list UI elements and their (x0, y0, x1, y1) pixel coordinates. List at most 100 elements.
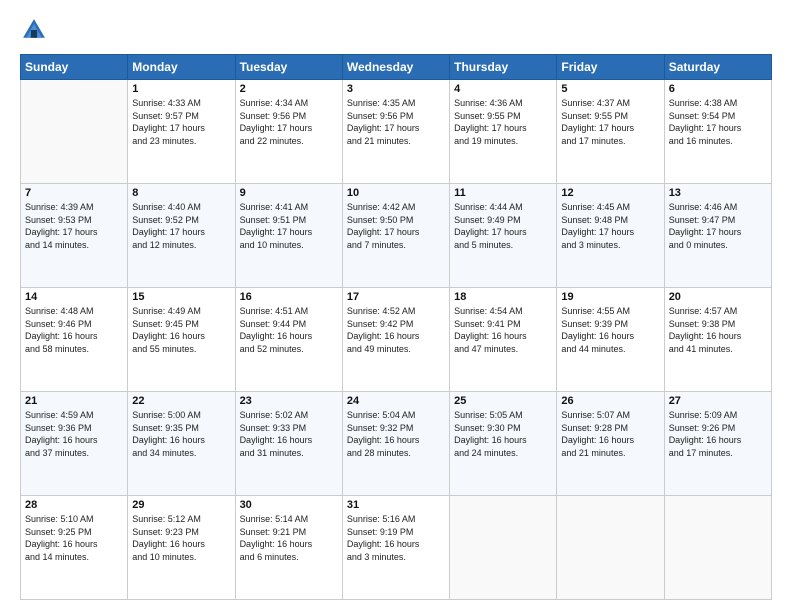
day-cell (664, 496, 771, 600)
day-cell: 8 Sunrise: 4:40 AM Sunset: 9:52 PM Daylig… (128, 184, 235, 288)
day-number: 1 (132, 83, 230, 95)
day-cell: 4 Sunrise: 4:36 AM Sunset: 9:55 PM Daylig… (450, 80, 557, 184)
day-info: Sunrise: 5:10 AM Sunset: 9:25 PM Dayligh… (25, 513, 123, 563)
header-row: SundayMondayTuesdayWednesdayThursdayFrid… (21, 55, 772, 80)
day-cell: 28Sunrise: 5:10 AM Sunset: 9:25 PM Dayli… (21, 496, 128, 600)
day-number: 30 (240, 499, 338, 511)
calendar: SundayMondayTuesdayWednesdayThursdayFrid… (20, 54, 772, 600)
day-info: Sunrise: 4:51 AM Sunset: 9:44 PM Dayligh… (240, 305, 338, 355)
day-info: Sunrise: 4:54 AM Sunset: 9:41 PM Dayligh… (454, 305, 552, 355)
day-info: Sunrise: 4:33 AM Sunset: 9:57 PM Dayligh… (132, 97, 230, 147)
day-info: Sunrise: 4:45 AM Sunset: 9:48 PM Dayligh… (561, 201, 659, 251)
day-cell: 16 Sunrise: 4:51 AM Sunset: 9:44 PM Dayli… (235, 288, 342, 392)
day-cell: 26 Sunrise: 5:07 AM Sunset: 9:28 PM Dayli… (557, 392, 664, 496)
day-cell: 22 Sunrise: 5:00 AM Sunset: 9:35 PM Dayli… (128, 392, 235, 496)
day-cell: 5 Sunrise: 4:37 AM Sunset: 9:55 PM Daylig… (557, 80, 664, 184)
day-number: 5 (561, 83, 659, 95)
day-info: Sunrise: 5:12 AM Sunset: 9:23 PM Dayligh… (132, 513, 230, 563)
day-number: 11 (454, 187, 552, 199)
header-day-thursday: Thursday (450, 55, 557, 80)
day-info: Sunrise: 4:37 AM Sunset: 9:55 PM Dayligh… (561, 97, 659, 147)
day-cell: 9Sunrise: 4:41 AM Sunset: 9:51 PM Daylig… (235, 184, 342, 288)
day-number: 6 (669, 83, 767, 95)
day-info: Sunrise: 4:36 AM Sunset: 9:55 PM Dayligh… (454, 97, 552, 147)
day-number: 8 (132, 187, 230, 199)
week-row-2: 14 Sunrise: 4:48 AM Sunset: 9:46 PM Dayli… (21, 288, 772, 392)
header-day-monday: Monday (128, 55, 235, 80)
day-info: Sunrise: 4:35 AM Sunset: 9:56 PM Dayligh… (347, 97, 445, 147)
day-number: 26 (561, 395, 659, 407)
day-info: Sunrise: 4:40 AM Sunset: 9:52 PM Dayligh… (132, 201, 230, 251)
day-number: 18 (454, 291, 552, 303)
day-number: 29 (132, 499, 230, 511)
day-cell: 14 Sunrise: 4:48 AM Sunset: 9:46 PM Dayli… (21, 288, 128, 392)
day-info: Sunrise: 5:07 AM Sunset: 9:28 PM Dayligh… (561, 409, 659, 459)
day-cell: 18 Sunrise: 4:54 AM Sunset: 9:41 PM Dayli… (450, 288, 557, 392)
day-cell: 24Sunrise: 5:04 AM Sunset: 9:32 PM Dayli… (342, 392, 449, 496)
day-cell: 10 Sunrise: 4:42 AM Sunset: 9:50 PM Dayli… (342, 184, 449, 288)
header (20, 16, 772, 44)
day-cell: 3 Sunrise: 4:35 AM Sunset: 9:56 PM Daylig… (342, 80, 449, 184)
week-row-0: 1 Sunrise: 4:33 AM Sunset: 9:57 PM Daylig… (21, 80, 772, 184)
day-info: Sunrise: 5:02 AM Sunset: 9:33 PM Dayligh… (240, 409, 338, 459)
day-number: 7 (25, 187, 123, 199)
logo (20, 16, 52, 44)
day-number: 12 (561, 187, 659, 199)
day-cell: 17 Sunrise: 4:52 AM Sunset: 9:42 PM Dayli… (342, 288, 449, 392)
page: SundayMondayTuesdayWednesdayThursdayFrid… (0, 0, 792, 612)
day-info: Sunrise: 4:42 AM Sunset: 9:50 PM Dayligh… (347, 201, 445, 251)
day-number: 22 (132, 395, 230, 407)
day-cell: 21 Sunrise: 4:59 AM Sunset: 9:36 PM Dayli… (21, 392, 128, 496)
day-info: Sunrise: 5:04 AM Sunset: 9:32 PM Dayligh… (347, 409, 445, 459)
day-cell: 12 Sunrise: 4:45 AM Sunset: 9:48 PM Dayli… (557, 184, 664, 288)
day-cell: 15 Sunrise: 4:49 AM Sunset: 9:45 PM Dayli… (128, 288, 235, 392)
day-number: 2 (240, 83, 338, 95)
day-number: 25 (454, 395, 552, 407)
day-number: 3 (347, 83, 445, 95)
day-cell: 30 Sunrise: 5:14 AM Sunset: 9:21 PM Dayli… (235, 496, 342, 600)
header-day-sunday: Sunday (21, 55, 128, 80)
day-info: Sunrise: 4:59 AM Sunset: 9:36 PM Dayligh… (25, 409, 123, 459)
day-number: 14 (25, 291, 123, 303)
header-day-wednesday: Wednesday (342, 55, 449, 80)
day-info: Sunrise: 4:55 AM Sunset: 9:39 PM Dayligh… (561, 305, 659, 355)
day-info: Sunrise: 4:34 AM Sunset: 9:56 PM Dayligh… (240, 97, 338, 147)
day-cell: 1 Sunrise: 4:33 AM Sunset: 9:57 PM Daylig… (128, 80, 235, 184)
day-cell: 11 Sunrise: 4:44 AM Sunset: 9:49 PM Dayli… (450, 184, 557, 288)
day-info: Sunrise: 4:38 AM Sunset: 9:54 PM Dayligh… (669, 97, 767, 147)
day-info: Sunrise: 4:48 AM Sunset: 9:46 PM Dayligh… (25, 305, 123, 355)
day-info: Sunrise: 4:46 AM Sunset: 9:47 PM Dayligh… (669, 201, 767, 251)
day-cell: 27 Sunrise: 5:09 AM Sunset: 9:26 PM Dayli… (664, 392, 771, 496)
day-number: 10 (347, 187, 445, 199)
day-cell (450, 496, 557, 600)
day-number: 17 (347, 291, 445, 303)
header-day-friday: Friday (557, 55, 664, 80)
day-info: Sunrise: 4:39 AM Sunset: 9:53 PM Dayligh… (25, 201, 123, 251)
day-number: 19 (561, 291, 659, 303)
day-number: 15 (132, 291, 230, 303)
week-row-4: 28Sunrise: 5:10 AM Sunset: 9:25 PM Dayli… (21, 496, 772, 600)
day-info: Sunrise: 4:44 AM Sunset: 9:49 PM Dayligh… (454, 201, 552, 251)
day-number: 31 (347, 499, 445, 511)
day-cell: 31Sunrise: 5:16 AM Sunset: 9:19 PM Dayli… (342, 496, 449, 600)
day-info: Sunrise: 4:49 AM Sunset: 9:45 PM Dayligh… (132, 305, 230, 355)
day-number: 27 (669, 395, 767, 407)
day-info: Sunrise: 5:00 AM Sunset: 9:35 PM Dayligh… (132, 409, 230, 459)
day-info: Sunrise: 5:09 AM Sunset: 9:26 PM Dayligh… (669, 409, 767, 459)
day-info: Sunrise: 4:52 AM Sunset: 9:42 PM Dayligh… (347, 305, 445, 355)
day-cell: 2 Sunrise: 4:34 AM Sunset: 9:56 PM Daylig… (235, 80, 342, 184)
day-number: 21 (25, 395, 123, 407)
day-number: 23 (240, 395, 338, 407)
day-cell: 20 Sunrise: 4:57 AM Sunset: 9:38 PM Dayli… (664, 288, 771, 392)
day-number: 20 (669, 291, 767, 303)
day-cell: 25 Sunrise: 5:05 AM Sunset: 9:30 PM Dayli… (450, 392, 557, 496)
day-cell (21, 80, 128, 184)
day-cell: 23 Sunrise: 5:02 AM Sunset: 9:33 PM Dayli… (235, 392, 342, 496)
day-number: 4 (454, 83, 552, 95)
week-row-3: 21 Sunrise: 4:59 AM Sunset: 9:36 PM Dayli… (21, 392, 772, 496)
day-cell (557, 496, 664, 600)
day-info: Sunrise: 5:14 AM Sunset: 9:21 PM Dayligh… (240, 513, 338, 563)
day-number: 16 (240, 291, 338, 303)
day-info: Sunrise: 5:05 AM Sunset: 9:30 PM Dayligh… (454, 409, 552, 459)
day-info: Sunrise: 4:57 AM Sunset: 9:38 PM Dayligh… (669, 305, 767, 355)
